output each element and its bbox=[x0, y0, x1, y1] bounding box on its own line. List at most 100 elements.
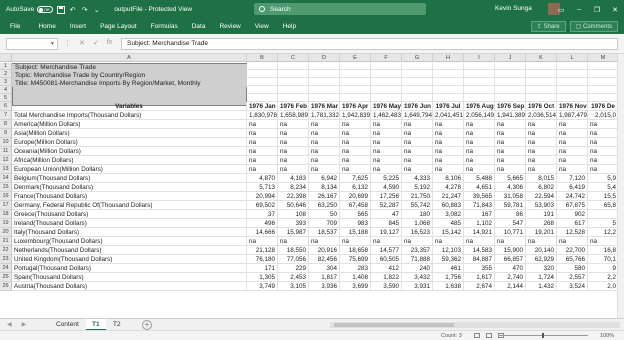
value-cell[interactable]: na bbox=[588, 165, 619, 174]
value-cell[interactable]: 18,537 bbox=[309, 228, 340, 237]
value-cell[interactable]: na bbox=[371, 138, 402, 147]
value-cell[interactable]: na bbox=[526, 120, 557, 129]
month-header[interactable]: 1976 Jan bbox=[247, 102, 278, 111]
cell[interactable] bbox=[309, 94, 340, 102]
cell[interactable] bbox=[433, 63, 464, 70]
value-cell[interactable]: na bbox=[526, 138, 557, 147]
value-cell[interactable]: na bbox=[464, 138, 495, 147]
value-cell[interactable]: 6,802 bbox=[526, 183, 557, 192]
value-cell[interactable]: 19,127 bbox=[371, 228, 402, 237]
value-cell[interactable]: na bbox=[309, 237, 340, 246]
value-cell[interactable]: na bbox=[433, 156, 464, 165]
cell[interactable] bbox=[433, 78, 464, 86]
value-cell[interactable]: na bbox=[464, 165, 495, 174]
value-cell[interactable]: na bbox=[247, 120, 278, 129]
value-cell[interactable]: na bbox=[495, 156, 526, 165]
value-cell[interactable]: na bbox=[340, 129, 371, 138]
value-cell[interactable]: 20,916 bbox=[309, 246, 340, 255]
column-header[interactable]: H bbox=[433, 54, 464, 62]
value-cell[interactable]: 4,870 bbox=[247, 174, 278, 183]
variable-name-cell[interactable]: Netherlands(Thousand Dollars) bbox=[12, 246, 247, 255]
value-cell[interactable]: 470 bbox=[495, 264, 526, 273]
cell[interactable] bbox=[588, 86, 619, 94]
normal-view-icon[interactable] bbox=[474, 333, 480, 338]
value-cell[interactable]: 412 bbox=[371, 264, 402, 273]
cell[interactable] bbox=[464, 94, 495, 102]
value-cell[interactable]: 77,056 bbox=[278, 255, 309, 264]
value-cell[interactable]: 845 bbox=[371, 219, 402, 228]
metadata-title[interactable]: Title: M450081-Merchandise Imports By Re… bbox=[12, 79, 247, 87]
value-cell[interactable]: 50 bbox=[309, 210, 340, 219]
value-cell[interactable]: 229 bbox=[278, 264, 309, 273]
value-cell[interactable]: 5,488 bbox=[464, 174, 495, 183]
value-cell[interactable]: 5,665 bbox=[495, 174, 526, 183]
cell[interactable] bbox=[340, 94, 371, 102]
row-header[interactable]: 7 bbox=[0, 111, 12, 120]
value-cell[interactable]: 547 bbox=[495, 219, 526, 228]
value-cell[interactable]: na bbox=[402, 129, 433, 138]
cancel-icon[interactable]: ✕ bbox=[79, 39, 85, 47]
value-cell[interactable]: na bbox=[526, 156, 557, 165]
column-header[interactable]: L bbox=[557, 54, 588, 62]
value-cell[interactable]: 320 bbox=[526, 264, 557, 273]
zoom-level[interactable]: 100% bbox=[600, 333, 614, 339]
value-cell[interactable]: 15,987 bbox=[278, 228, 309, 237]
value-cell[interactable]: 1,942,839 bbox=[340, 111, 371, 120]
value-cell[interactable]: na bbox=[309, 147, 340, 156]
select-all-corner[interactable] bbox=[0, 54, 12, 62]
value-cell[interactable]: 22,700 bbox=[557, 246, 588, 255]
value-cell[interactable]: 22,398 bbox=[278, 192, 309, 201]
value-cell[interactable]: na bbox=[557, 120, 588, 129]
cell[interactable] bbox=[526, 78, 557, 86]
column-header[interactable]: C bbox=[278, 54, 309, 62]
chevron-down-icon[interactable]: ▼ bbox=[50, 41, 55, 47]
value-cell[interactable]: 1,638 bbox=[433, 282, 464, 291]
value-cell[interactable]: 2,557 bbox=[557, 273, 588, 282]
cell[interactable] bbox=[402, 86, 433, 94]
cell[interactable] bbox=[371, 70, 402, 78]
value-cell[interactable]: 84,887 bbox=[464, 255, 495, 264]
cell[interactable] bbox=[402, 78, 433, 86]
value-cell[interactable]: 21,750 bbox=[402, 192, 433, 201]
cell[interactable] bbox=[495, 63, 526, 70]
value-cell[interactable]: 902 bbox=[557, 210, 588, 219]
row-header[interactable]: 25 bbox=[0, 273, 12, 282]
value-cell[interactable]: na bbox=[278, 165, 309, 174]
value-cell[interactable]: 191 bbox=[526, 210, 557, 219]
column-header[interactable]: A bbox=[12, 54, 247, 62]
row-header[interactable]: 15 bbox=[0, 183, 12, 192]
value-cell[interactable]: 2,0 bbox=[588, 282, 619, 291]
column-header[interactable]: J bbox=[495, 54, 526, 62]
value-cell[interactable]: 485 bbox=[433, 219, 464, 228]
column-header[interactable]: B bbox=[247, 54, 278, 62]
value-cell[interactable]: na bbox=[278, 147, 309, 156]
cell[interactable] bbox=[340, 70, 371, 78]
column-header[interactable]: G bbox=[402, 54, 433, 62]
value-cell[interactable]: 4,333 bbox=[402, 174, 433, 183]
column-header[interactable]: D bbox=[309, 54, 340, 62]
value-cell[interactable]: 71,843 bbox=[464, 201, 495, 210]
menu-review[interactable]: Review bbox=[219, 23, 240, 30]
undo-icon[interactable]: ↶ bbox=[68, 5, 77, 14]
value-cell[interactable]: 82,456 bbox=[309, 255, 340, 264]
value-cell[interactable]: 53,903 bbox=[526, 201, 557, 210]
variable-name-cell[interactable]: Belgium(Thousand Dollars) bbox=[12, 174, 247, 183]
value-cell[interactable]: 1,941,389 bbox=[495, 111, 526, 120]
value-cell[interactable]: 2,2 bbox=[588, 273, 619, 282]
metadata-subject[interactable]: Subject: Merchandise Trade bbox=[12, 64, 247, 71]
value-cell[interactable]: 14,921 bbox=[464, 228, 495, 237]
column-header[interactable]: E bbox=[340, 54, 371, 62]
value-cell[interactable]: na bbox=[464, 120, 495, 129]
search-box[interactable]: Search bbox=[254, 3, 426, 15]
share-button[interactable]: ⇪ Share bbox=[530, 21, 566, 32]
spreadsheet-grid[interactable]: A B C D E F G H I J K L M 1 2 3 4 5 6 7 8 9 10 11 12 13 14 15 16 17 18… bbox=[0, 54, 624, 318]
vertical-scrollbar[interactable] bbox=[617, 54, 624, 318]
variable-name-cell[interactable]: Italy(Thousand Dollars) bbox=[12, 228, 247, 237]
value-cell[interactable]: na bbox=[309, 165, 340, 174]
row-header[interactable]: 1 bbox=[0, 63, 12, 70]
value-cell[interactable]: na bbox=[247, 147, 278, 156]
metadata-topic[interactable]: Topic: Merchandise Trade by Country/Regi… bbox=[12, 71, 247, 79]
variable-name-cell[interactable]: Europe(Million Dollars) bbox=[12, 138, 247, 147]
value-cell[interactable]: 2,740 bbox=[495, 273, 526, 282]
value-cell[interactable]: 496 bbox=[247, 219, 278, 228]
